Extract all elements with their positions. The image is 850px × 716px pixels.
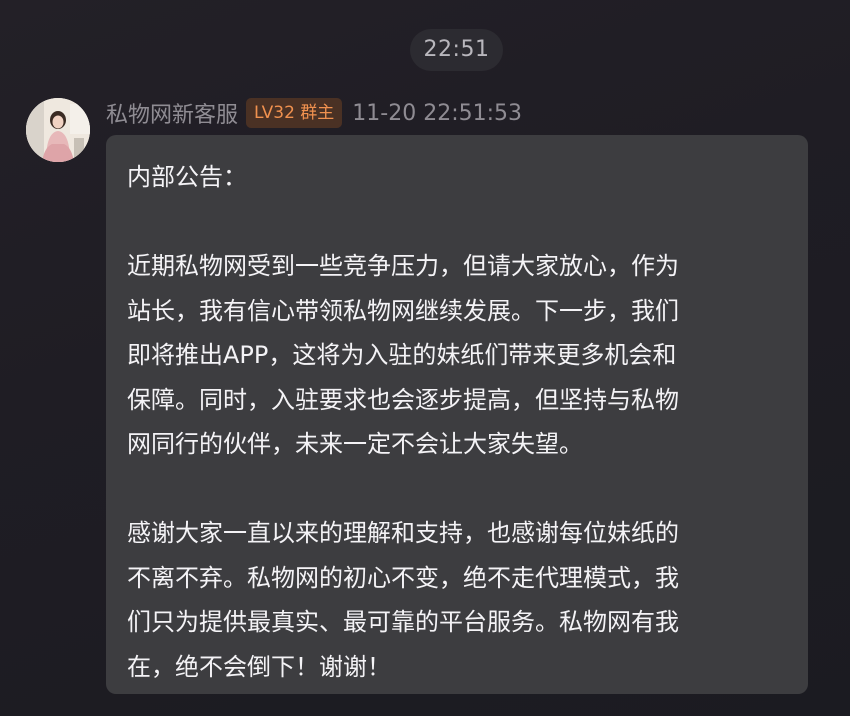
message-line: 站长，我有信心带领私物网继续发展。下一步，我们 <box>127 296 679 325</box>
sender-name[interactable]: 私物网新客服 <box>106 97 238 129</box>
message-bubble[interactable]: 内部公告： 近期私物网受到一些竞争压力，但请大家放心，作为 站长，我有信心带领私… <box>106 135 808 694</box>
message-timestamp: 11-20 22:51:53 <box>352 100 523 126</box>
message-line: 近期私物网受到一些竞争压力，但请大家放心，作为 <box>127 252 679 280</box>
message-line: 即将推出APP，这将为入驻的妹纸们带来更多机会和 <box>127 341 677 369</box>
message-header: 私物网新客服 LV32 群主 11-20 22:51:53 <box>106 96 522 130</box>
announcement-heading: 内部公告： <box>127 163 247 191</box>
user-avatar-icon[interactable] <box>26 98 90 162</box>
message-line: 在，绝不会倒下！谢谢！ <box>127 652 391 681</box>
message-line: 保障。同时，入驻要求也会逐步提高，但坚持与私物 <box>127 385 679 414</box>
message-line: 感谢大家一直以来的理解和支持，也感谢每位妹纸的 <box>127 519 679 547</box>
message-line: 网同行的伙伴，未来一定不会让大家失望。 <box>127 430 583 458</box>
message-line: 不离不弃。私物网的初心不变，绝不走代理模式，我 <box>127 563 679 592</box>
time-divider: 22:51 <box>410 29 503 71</box>
level-badge: LV32 群主 <box>246 98 343 128</box>
message-line: 们只为提供最真实、最可靠的平台服务。私物网有我 <box>127 608 679 636</box>
